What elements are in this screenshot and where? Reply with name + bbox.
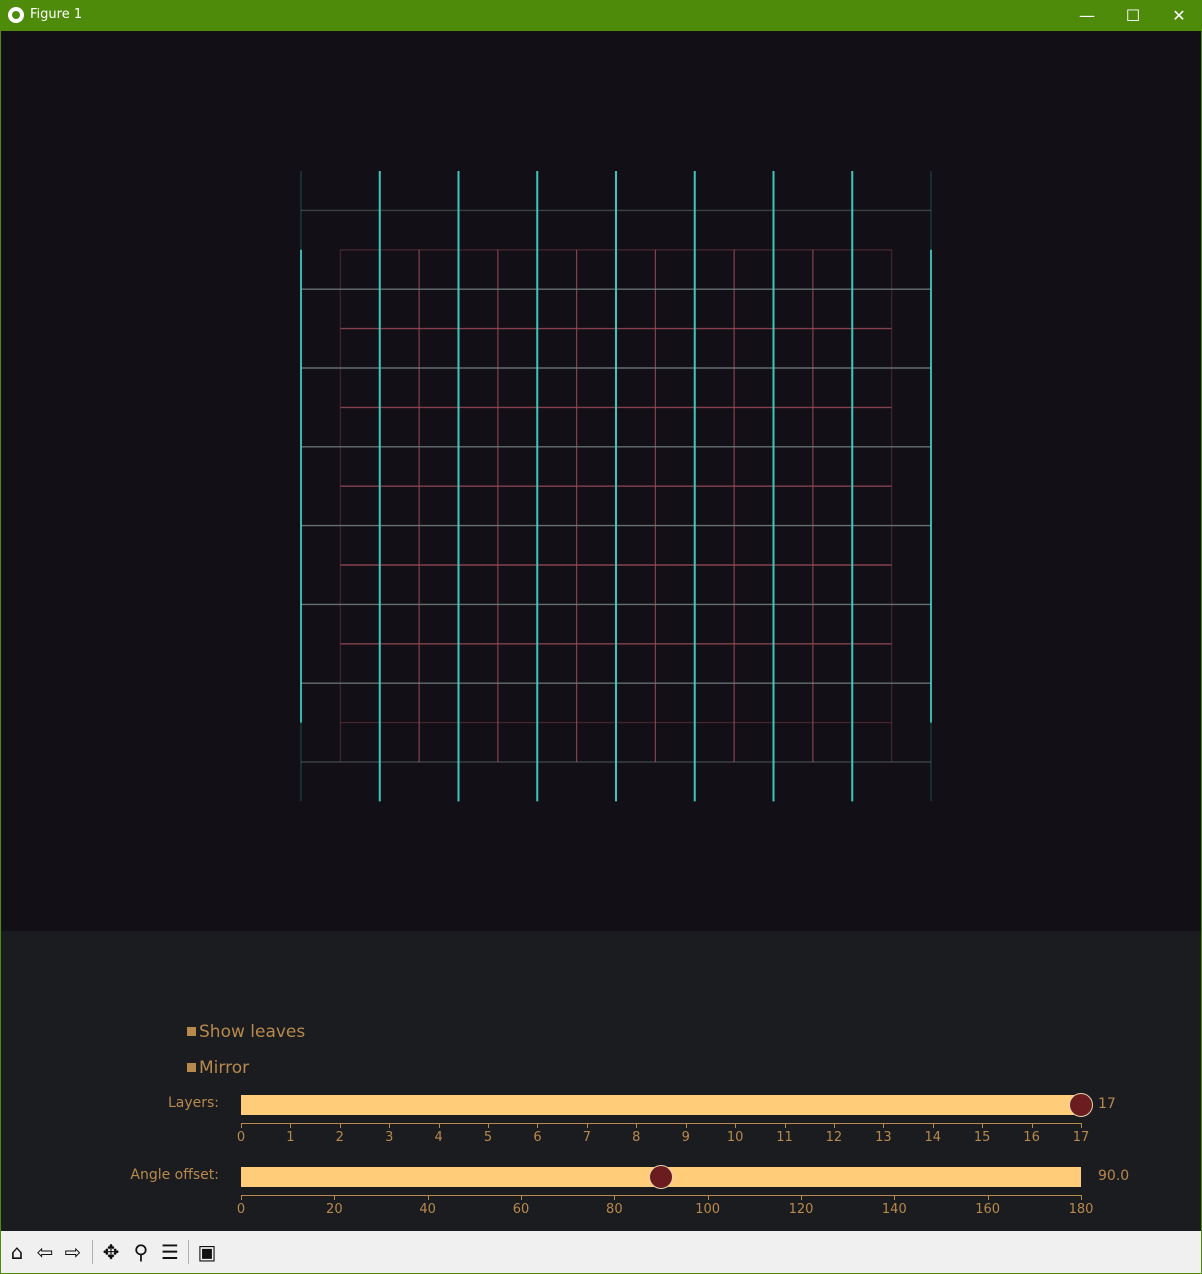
angle-offset-tick-label: 0 xyxy=(236,1202,246,1217)
show-leaves-checkbox[interactable]: Show leaves xyxy=(187,1021,305,1043)
angle-offset-tick-label: 180 xyxy=(1068,1202,1094,1217)
checkbox-square-icon[interactable] xyxy=(187,1027,196,1036)
layers-tick xyxy=(784,1123,786,1128)
layers-tick xyxy=(685,1123,687,1128)
layers-tick xyxy=(1031,1123,1033,1128)
angle-offset-tick xyxy=(614,1195,616,1200)
mirror-label: Mirror xyxy=(199,1057,250,1078)
layers-tick-label: 6 xyxy=(533,1130,542,1145)
layers-tick-label: 15 xyxy=(973,1130,991,1145)
layers-tick xyxy=(339,1123,341,1128)
layers-tick xyxy=(735,1123,737,1128)
layers-tick-label: 11 xyxy=(776,1130,793,1145)
back-icon[interactable]: ⇦ xyxy=(33,1240,57,1264)
layers-slider[interactable] xyxy=(241,1095,1081,1115)
angle-offset-tick-label: 140 xyxy=(881,1202,907,1217)
angle-offset-tick xyxy=(894,1195,896,1200)
maximize-button[interactable]: ☐ xyxy=(1110,0,1156,31)
angle-offset-tick-label: 120 xyxy=(788,1202,814,1217)
layers-tick-label: 12 xyxy=(825,1130,843,1145)
angle-offset-tick xyxy=(521,1195,522,1200)
grid-plot xyxy=(300,171,932,802)
layers-axis xyxy=(241,1123,1082,1124)
angle-offset-tick xyxy=(801,1195,802,1200)
angle-offset-tick-label: 160 xyxy=(975,1202,1001,1217)
layers-tick xyxy=(389,1123,391,1128)
layers-tick-label: 0 xyxy=(236,1130,246,1145)
layers-tick xyxy=(438,1123,440,1128)
layers-tick-label: 5 xyxy=(483,1130,493,1145)
zoom-icon[interactable]: ⚲ xyxy=(129,1240,153,1264)
angle-offset-tick xyxy=(1081,1195,1082,1200)
layers-tick xyxy=(537,1123,539,1128)
layers-tick-label: 13 xyxy=(875,1130,892,1145)
layers-tick xyxy=(982,1123,984,1128)
layers-value: 17 xyxy=(1098,1096,1116,1112)
navigation-toolbar: ⌂ ⇦ ⇨ ✥ ⚲ ☰ ▣ xyxy=(1,1231,1201,1273)
home-icon[interactable]: ⌂ xyxy=(5,1240,29,1264)
angle-offset-tick xyxy=(987,1195,989,1200)
angle-offset-tick-label: 80 xyxy=(606,1202,623,1217)
layers-tick-label: 3 xyxy=(385,1130,394,1145)
layers-tick-label: 7 xyxy=(582,1130,592,1145)
layers-tick xyxy=(1081,1123,1082,1128)
app-logo-icon xyxy=(8,7,24,23)
layers-tick-label: 14 xyxy=(924,1130,942,1145)
toolbar-separator xyxy=(188,1240,189,1264)
layers-tick xyxy=(833,1123,835,1128)
layers-slider-handle[interactable] xyxy=(1069,1093,1093,1117)
angle-offset-slider-handle[interactable] xyxy=(649,1165,673,1189)
window-title: Figure 1 xyxy=(30,7,83,22)
minimize-button[interactable]: — xyxy=(1064,0,1110,31)
plot-canvas[interactable] xyxy=(1,31,1201,931)
layers-tick xyxy=(586,1123,588,1128)
checkbox-square-icon[interactable] xyxy=(187,1063,196,1072)
layers-tick xyxy=(932,1123,934,1128)
layers-tick-label: 16 xyxy=(1023,1130,1040,1145)
layers-tick-label: 17 xyxy=(1072,1130,1090,1145)
configure-subplots-icon[interactable]: ☰ xyxy=(158,1240,182,1264)
layers-tick-label: 10 xyxy=(726,1130,744,1145)
layers-tick xyxy=(290,1123,292,1128)
angle-offset-tick xyxy=(241,1195,242,1200)
angle-offset-tick xyxy=(707,1195,709,1200)
angle-offset-tick xyxy=(427,1195,429,1200)
layers-tick xyxy=(488,1123,490,1128)
angle-offset-tick-label: 20 xyxy=(326,1202,343,1217)
save-icon[interactable]: ▣ xyxy=(195,1240,219,1264)
layers-tick-label: 1 xyxy=(286,1130,295,1145)
angle-offset-axis xyxy=(241,1195,1082,1196)
angle-offset-tick-label: 100 xyxy=(695,1202,721,1217)
angle-offset-tick-label: 40 xyxy=(419,1202,436,1217)
layers-tick xyxy=(636,1123,638,1128)
show-leaves-label: Show leaves xyxy=(199,1021,306,1042)
angle-offset-value: 90.0 xyxy=(1098,1168,1130,1184)
toolbar-separator xyxy=(92,1240,93,1264)
layers-tick-label: 4 xyxy=(434,1130,443,1145)
angle-offset-tick-label: 60 xyxy=(512,1202,530,1217)
controls-panel: Show leaves Mirror Layers: 17 0123456789… xyxy=(1,931,1201,1231)
layers-tick-label: 8 xyxy=(632,1130,641,1145)
forward-icon[interactable]: ⇨ xyxy=(61,1240,85,1264)
close-button[interactable]: ✕ xyxy=(1156,0,1202,31)
angle-offset-tick xyxy=(334,1195,336,1200)
layers-tick-label: 9 xyxy=(681,1130,690,1145)
mirror-checkbox[interactable]: Mirror xyxy=(187,1057,249,1079)
angle-offset-label: Angle offset: xyxy=(130,1167,219,1183)
layers-tick-label: 2 xyxy=(335,1130,344,1145)
layers-tick xyxy=(241,1123,242,1128)
layers-label: Layers: xyxy=(167,1095,219,1111)
layers-tick xyxy=(883,1123,885,1128)
title-bar: Figure 1 — ☐ ✕ xyxy=(0,0,1202,31)
pan-icon[interactable]: ✥ xyxy=(99,1240,123,1264)
